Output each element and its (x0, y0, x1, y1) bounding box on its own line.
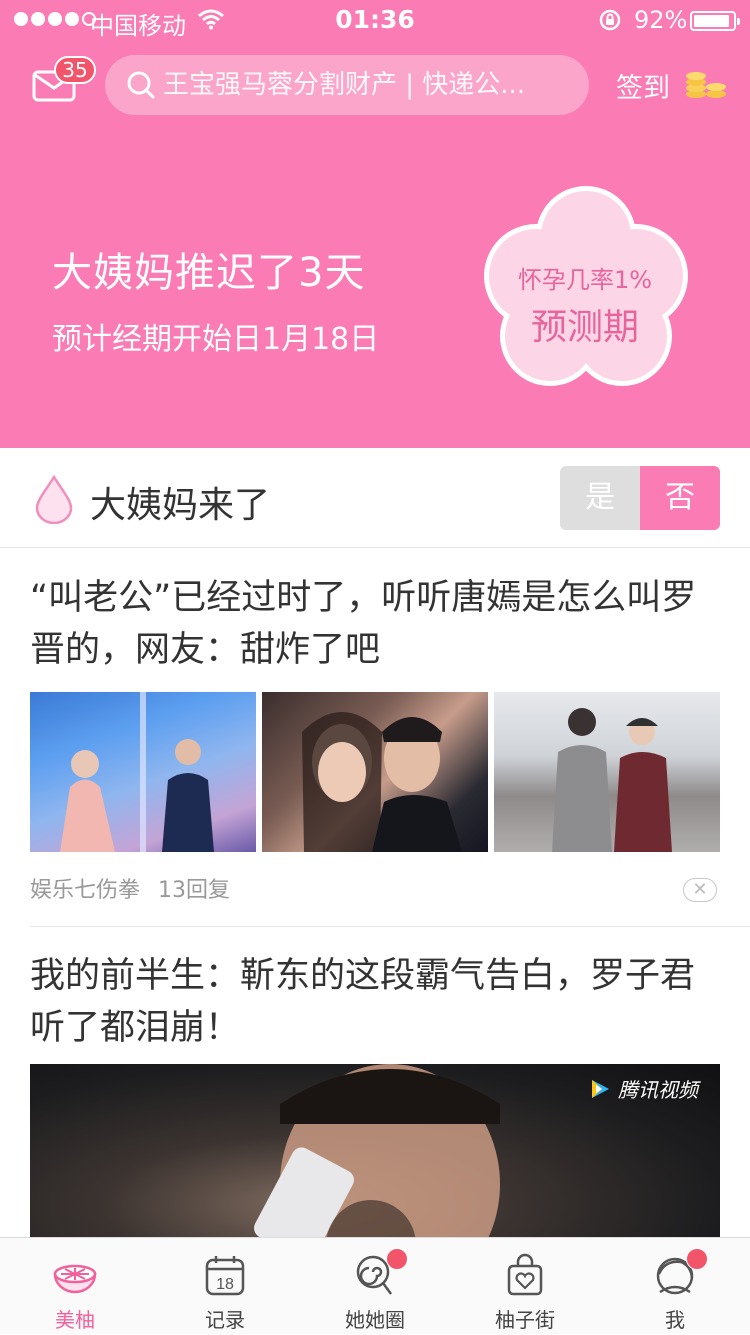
calendar-icon: 18 (205, 1256, 245, 1296)
checkin-button[interactable]: 签到 (616, 66, 670, 105)
tab-label: 柚子街 (495, 1308, 555, 1332)
battery-icon (690, 11, 740, 31)
video-thumbnail[interactable]: 腾讯视频 (30, 1064, 720, 1240)
search-input[interactable]: 王宝强马蓉分割财产 | 快递公... (163, 55, 561, 115)
article-meta: 娱乐七伤拳 13回复 (30, 872, 230, 904)
droplet-icon (35, 474, 73, 524)
phase-label: 预测期 (530, 307, 639, 348)
status-bar: 中国移动 01:36 92% (0, 0, 750, 40)
search-icon (127, 71, 155, 99)
period-arrived-row: 大姨妈来了 是 否 (0, 448, 750, 548)
coins-icon[interactable] (684, 70, 728, 100)
article-title[interactable]: “叫老公”已经过时了，听听唐嫣是怎么叫罗晋的，网友：甜炸了吧 (30, 572, 720, 676)
article-image[interactable] (494, 692, 720, 852)
article-title[interactable]: 我的前半生：靳东的这段霸气告白，罗子君听了都泪崩！ (30, 950, 720, 1054)
toggle-no-button[interactable]: 否 (640, 466, 720, 530)
reply-count: 13回复 (158, 878, 231, 903)
dismiss-close-icon[interactable]: ✕ (683, 878, 717, 902)
period-toggle[interactable]: 是 否 (560, 466, 720, 530)
article-image[interactable] (262, 692, 488, 852)
tencent-video-logo: 腾讯视频 (588, 1074, 698, 1103)
airport-photo (552, 708, 672, 852)
search-bar[interactable]: 王宝强马蓉分割财产 | 快递公... (105, 55, 589, 115)
article-source: 娱乐七伤拳 (30, 878, 141, 903)
article-image[interactable] (30, 692, 256, 852)
tab-label: 她她圈 (345, 1308, 405, 1332)
toggle-yes-button[interactable]: 是 (560, 466, 640, 530)
mail-badge: 35 (54, 56, 96, 84)
divider (30, 926, 750, 927)
notification-dot (386, 1248, 408, 1270)
shopping-bag-icon (507, 1253, 543, 1296)
tencent-video-icon (592, 1079, 609, 1098)
calendar-day: 18 (216, 1276, 234, 1293)
tab-bar: 美柚 18 记录 她她圈 柚子街 我 (0, 1237, 750, 1334)
pregnancy-chance: 怀孕几率1% (517, 266, 653, 294)
tab-community[interactable]: 她她圈 (300, 1238, 450, 1335)
period-start-date: 预计经期开始日1月18日 (52, 322, 380, 357)
header: 中国移动 01:36 92% 35 王宝强马蓉分割财产 | 快递公... 签到 (0, 0, 750, 448)
notification-dot (686, 1248, 708, 1270)
battery-percentage: 92% (634, 6, 688, 34)
tab-label: 记录 (205, 1308, 245, 1332)
tab-meiyou[interactable]: 美柚 (0, 1238, 150, 1335)
period-status-title: 大姨妈推迟了3天 (52, 250, 366, 296)
battery-level (694, 15, 729, 27)
grapefruit-icon (53, 1264, 97, 1294)
tab-me[interactable]: 我 (600, 1238, 750, 1335)
video-source-label: 腾讯视频 (618, 1078, 698, 1102)
stage-photo (60, 692, 214, 852)
tab-record[interactable]: 18 记录 (150, 1238, 300, 1335)
tab-label: 我 (665, 1308, 685, 1332)
rotation-lock-icon (599, 9, 621, 31)
tab-shop[interactable]: 柚子街 (450, 1238, 600, 1335)
period-arrived-label: 大姨妈来了 (90, 485, 271, 526)
tab-label: 美柚 (55, 1308, 95, 1332)
couple-photo (302, 712, 462, 852)
